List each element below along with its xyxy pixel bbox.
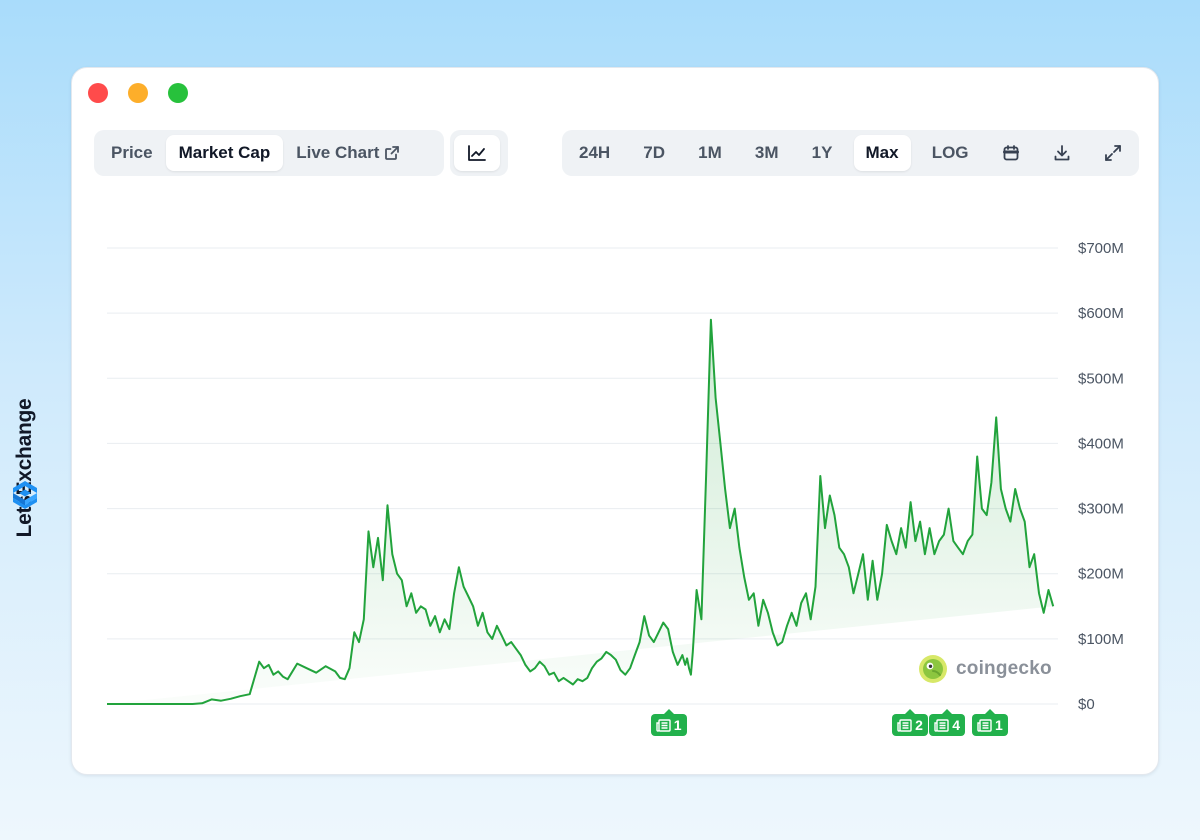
news-marker[interactable]: 1 [650,709,687,736]
y-tick-label: $700M [1078,240,1124,257]
letsexchange-logo-icon [13,481,37,509]
brand-sidebar: LetsExchange [8,320,42,537]
newspaper-icon [977,718,992,732]
watermark-text: coingecko [956,658,1052,679]
chart-window: Price Market Cap Live Chart 24H 7D 1M 3M… [71,67,1159,775]
news-marker[interactable]: 4 [929,709,965,736]
y-tick-label: $100M [1078,631,1124,648]
y-tick-label: $600M [1078,305,1124,322]
y-tick-label: $300M [1078,501,1124,518]
coingecko-watermark: coingecko [918,654,1052,684]
news-count: 2 [915,717,923,733]
news-marker[interactable]: 2 [892,709,928,736]
brand-name: LetsExchange [13,398,36,538]
news-count: 1 [673,717,682,733]
news-count: 1 [995,717,1003,733]
news-marker[interactable]: 1 [972,709,1008,736]
newspaper-icon [897,718,912,732]
news-count: 4 [952,717,960,733]
y-tick-label: $0 [1078,696,1095,713]
newspaper-icon [934,718,949,732]
newspaper-icon [656,718,671,732]
y-tick-label: $500M [1078,370,1124,387]
y-tick-label: $400M [1078,435,1124,452]
market-cap-line[interactable] [107,318,1055,705]
coingecko-logo-icon [919,655,947,683]
y-tick-label: $200M [1078,566,1124,583]
